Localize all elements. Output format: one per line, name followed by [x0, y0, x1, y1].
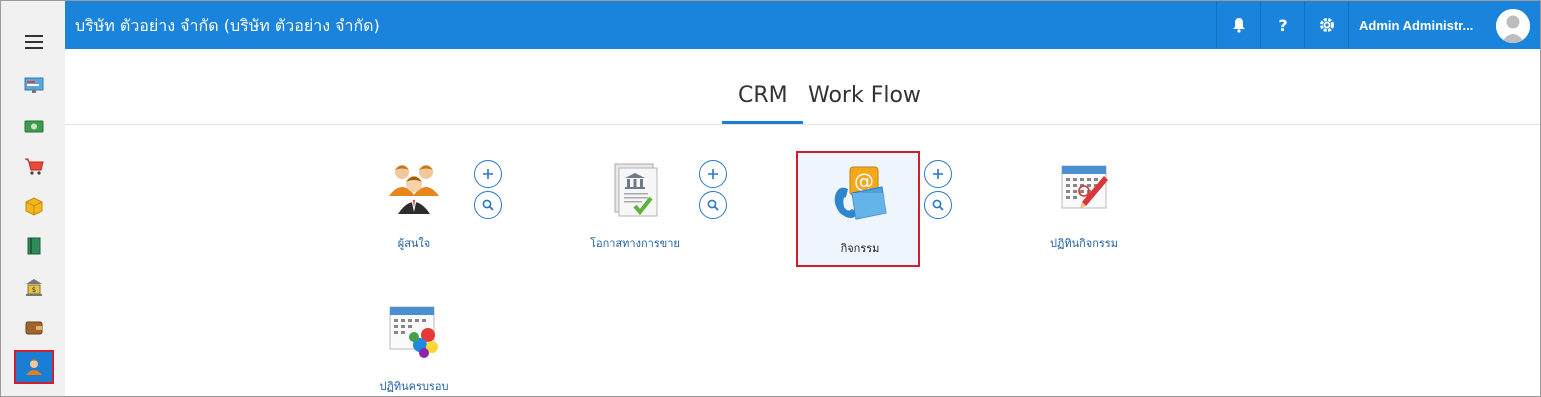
module-label: ปฏิทินกิจกรรม [1050, 237, 1118, 250]
tab-workflow[interactable]: Work Flow [808, 83, 921, 108]
money-icon [24, 120, 44, 133]
box-icon [25, 197, 43, 216]
module-opportunity[interactable]: โอกาสทางการขาย [573, 148, 697, 264]
module-anniversary-calendar[interactable]: ปฏิทินครบรอบ [352, 291, 476, 396]
tab-bar: CRM Work Flow [65, 49, 1540, 125]
search-icon [707, 199, 719, 211]
module-label: ผู้สนใจ [397, 237, 431, 250]
search-activity-button[interactable] [924, 191, 952, 219]
help-icon: ? [1278, 16, 1287, 34]
svg-text:$: $ [32, 286, 36, 294]
avatar [1496, 9, 1530, 43]
bell-icon [1232, 18, 1245, 33]
module-leads[interactable]: ผู้สนใจ [352, 148, 476, 264]
book-icon [27, 237, 41, 255]
plus-icon [933, 169, 943, 179]
crm-people-icon [26, 359, 42, 375]
user-name: Admin Administr... [1359, 17, 1474, 33]
tab-crm[interactable]: CRM [738, 83, 788, 108]
module-label: กิจกรรม [840, 242, 880, 255]
help-button[interactable]: ? [1260, 1, 1304, 49]
user-avatar-icon [1496, 9, 1530, 43]
sidebar-item-box[interactable] [14, 189, 54, 223]
gear-icon [1319, 18, 1334, 32]
add-activity-button[interactable] [924, 160, 952, 188]
wallet-icon [25, 321, 43, 335]
cart-icon [25, 158, 44, 175]
opportunity-document-icon [614, 163, 658, 217]
sidebar-item-cart[interactable] [14, 149, 54, 183]
activity-calendar-icon [1061, 165, 1108, 209]
anniversary-calendar-icon [389, 306, 438, 358]
add-lead-button[interactable] [474, 160, 502, 188]
plus-icon [708, 169, 718, 179]
sidebar: $ [1, 1, 65, 396]
sidebar-item-bank[interactable]: $ [14, 270, 54, 304]
menu-icon[interactable] [25, 35, 43, 49]
sidebar-item-wallet[interactable] [14, 310, 54, 344]
sidebar-item-crm[interactable] [14, 350, 54, 384]
module-activity-calendar[interactable]: ปฏิทินกิจกรรม [1022, 148, 1146, 264]
module-label: ปฏิทินครบรอบ [379, 380, 449, 393]
search-icon [482, 199, 494, 211]
app-window: $ บริษัท ตัวอย่าง จำกัด (บริษัท ตัวอย่าง… [0, 0, 1541, 397]
dashboard-icon [24, 77, 44, 93]
sidebar-item-book[interactable] [14, 229, 54, 263]
settings-button[interactable] [1304, 1, 1348, 49]
search-lead-button[interactable] [474, 191, 502, 219]
leads-people-icon [389, 165, 439, 214]
search-icon [932, 199, 944, 211]
module-activity[interactable]: @ กิจกรรม [796, 151, 920, 267]
svg-text:?: ? [1278, 16, 1287, 34]
activity-mail-icon: @ [834, 166, 887, 220]
active-tab-indicator [722, 121, 803, 124]
company-name: บริษัท ตัวอย่าง จำกัด (บริษัท ตัวอย่าง จ… [75, 16, 380, 35]
search-opportunity-button[interactable] [699, 191, 727, 219]
add-opportunity-button[interactable] [699, 160, 727, 188]
user-menu[interactable]: Admin Administr... [1348, 1, 1540, 49]
sidebar-item-dashboard[interactable] [14, 68, 54, 102]
bank-icon: $ [26, 279, 42, 296]
sidebar-item-money[interactable] [14, 109, 54, 143]
plus-icon [483, 169, 493, 179]
module-label: โอกาสทางการขาย [590, 237, 680, 250]
top-bar: บริษัท ตัวอย่าง จำกัด (บริษัท ตัวอย่าง จ… [65, 1, 1540, 49]
notifications-button[interactable] [1216, 1, 1260, 49]
